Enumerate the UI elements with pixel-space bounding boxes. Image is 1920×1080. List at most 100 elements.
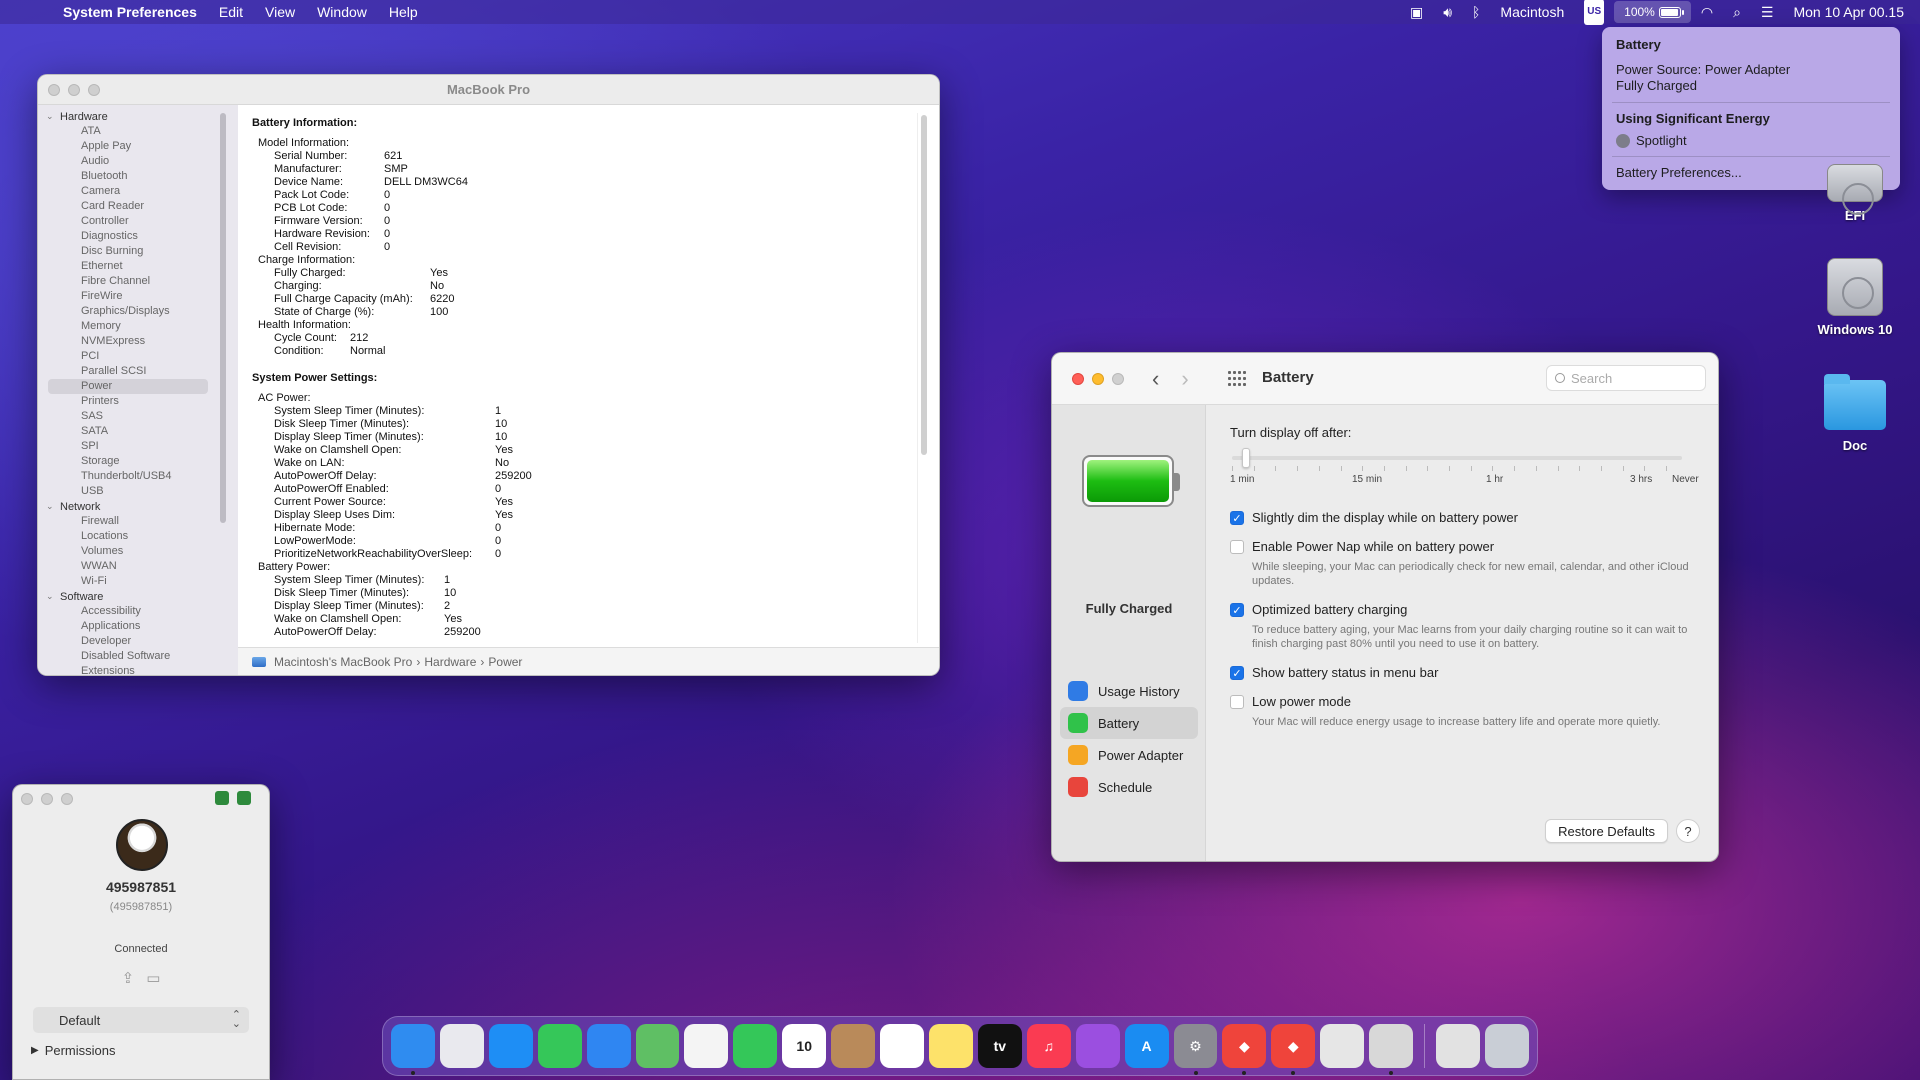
zoom-button[interactable] (88, 84, 100, 96)
keyboard-input-menu[interactable]: US (1574, 0, 1614, 25)
minimize-button[interactable] (41, 793, 53, 805)
finder-icon[interactable] (391, 1024, 435, 1075)
prefs-nav-usage-history[interactable]: Usage History (1060, 675, 1198, 707)
menu-help[interactable]: Help (378, 0, 429, 24)
slider-knob[interactable] (1242, 448, 1250, 468)
profile-select[interactable]: Default ⌃ ⌄ (33, 1007, 249, 1033)
zoom-button[interactable] (61, 793, 73, 805)
music-icon[interactable]: ♫ (1026, 1024, 1071, 1068)
sidebar-item-accessibility[interactable]: Accessibility (38, 604, 238, 619)
safari-icon[interactable] (488, 1024, 533, 1068)
desktop-icon-windows-10[interactable]: Windows 10 (1805, 258, 1905, 337)
spotlight-search-icon[interactable]: ⌕ (1723, 0, 1751, 24)
content-scrollbar[interactable] (921, 115, 927, 455)
checkbox[interactable] (1230, 540, 1244, 554)
photos-icon[interactable] (684, 1024, 729, 1068)
permissions-disclosure[interactable]: ▶ Permissions (31, 1043, 116, 1058)
menu-view[interactable]: View (254, 0, 306, 24)
checkbox[interactable]: ✓ (1230, 511, 1244, 525)
option-label[interactable]: Show battery status in menu bar (1252, 665, 1438, 680)
contacts-icon[interactable] (831, 1024, 876, 1068)
prefs-nav-power-adapter[interactable]: Power Adapter (1060, 739, 1198, 771)
back-arrow-icon[interactable]: ‹ (1152, 366, 1159, 392)
wifi-icon[interactable]: ◠ (1691, 0, 1723, 24)
sidebar-item-parallel-scsi[interactable]: Parallel SCSI (38, 364, 238, 379)
sidebar-item-storage[interactable]: Storage (38, 454, 238, 469)
minimize-button[interactable] (68, 84, 80, 96)
desktop-icon-doc[interactable]: Doc (1805, 374, 1905, 453)
anydesk-2-icon[interactable]: ◆ (1271, 1024, 1316, 1075)
volume-icon[interactable]: 🔊︎ (1433, 0, 1462, 24)
clock[interactable]: Mon 10 Apr 00.15 (1783, 0, 1920, 24)
maps-icon[interactable] (635, 1024, 680, 1068)
menu-edit[interactable]: Edit (208, 0, 254, 24)
sidebar-scrollbar[interactable] (220, 113, 226, 523)
menu-app-name[interactable]: System Preferences (52, 0, 208, 24)
sidebar-item-sata[interactable]: SATA (38, 424, 238, 439)
path-item-power[interactable]: Power (488, 655, 522, 669)
option-label[interactable]: Enable Power Nap while on battery power (1252, 539, 1712, 554)
sidebar-item-controller[interactable]: Controller (38, 214, 238, 229)
file-transfer-icon[interactable]: ⇪ (122, 969, 135, 987)
path-item-computer[interactable]: Macintosh's MacBook Pro (274, 655, 412, 669)
sidebar-item-disc-burning[interactable]: Disc Burning (38, 244, 238, 259)
sidebar-item-thunderbolt-usb4[interactable]: Thunderbolt/USB4 (38, 469, 238, 484)
checkbox[interactable]: ✓ (1230, 666, 1244, 680)
desktop-icon-efi[interactable]: EFI (1805, 164, 1905, 223)
trash-icon[interactable] (1484, 1024, 1529, 1068)
checkbox[interactable] (1230, 695, 1244, 709)
close-button[interactable] (1072, 373, 1084, 385)
close-button[interactable] (21, 793, 33, 805)
sidebar-item-nvmexpress[interactable]: NVMExpress (38, 334, 238, 349)
menu-window[interactable]: Window (306, 0, 378, 24)
mail-icon[interactable] (586, 1024, 631, 1068)
option-label[interactable]: Slightly dim the display while on batter… (1252, 510, 1518, 525)
sidebar-group-network[interactable]: ⌄ Network (38, 499, 238, 514)
checkbox[interactable]: ✓ (1230, 603, 1244, 617)
sidebar-item-fibre-channel[interactable]: Fibre Channel (38, 274, 238, 289)
path-item-hardware[interactable]: Hardware (424, 655, 476, 669)
bluetooth-icon[interactable]: ᛒ (1462, 0, 1490, 24)
sidebar-item-usb[interactable]: USB (38, 484, 238, 499)
sidebar-item-wwan[interactable]: WWAN (38, 559, 238, 574)
prefs-nav-battery[interactable]: Battery (1060, 707, 1198, 739)
app-store-icon[interactable]: A (1124, 1024, 1169, 1068)
zoom-button[interactable] (1112, 373, 1124, 385)
prefs-nav-schedule[interactable]: Schedule (1060, 771, 1198, 803)
sidebar-item-printers[interactable]: Printers (38, 394, 238, 409)
sidebar-item-volumes[interactable]: Volumes (38, 544, 238, 559)
energy-app-item[interactable]: Spotlight (1616, 133, 1886, 148)
sidebar-item-power[interactable]: Power (48, 379, 208, 394)
system-preferences-icon[interactable]: ⚙ (1173, 1024, 1218, 1075)
podcasts-icon[interactable] (1075, 1024, 1120, 1068)
sidebar-item-apple-pay[interactable]: Apple Pay (38, 139, 238, 154)
sidebar-item-bluetooth[interactable]: Bluetooth (38, 169, 238, 184)
system-information-icon[interactable] (1369, 1024, 1414, 1075)
battery-status-menu[interactable]: 100% (1614, 1, 1691, 23)
user-menu[interactable]: Macintosh (1490, 0, 1574, 24)
control-center-icon[interactable]: ☰ (1751, 0, 1784, 24)
sidebar-item-graphics-displays[interactable]: Graphics/Displays (38, 304, 238, 319)
sidebar-item-extensions[interactable]: Extensions (38, 664, 238, 675)
sidebar-item-locations[interactable]: Locations (38, 529, 238, 544)
sidebar-item-audio[interactable]: Audio (38, 154, 238, 169)
sidebar-item-ethernet[interactable]: Ethernet (38, 259, 238, 274)
sidebar-item-memory[interactable]: Memory (38, 319, 238, 334)
chat-icon[interactable] (237, 791, 251, 805)
sidebar-item-firewall[interactable]: Firewall (38, 514, 238, 529)
activity-monitor-icon[interactable]: ▣ (1400, 0, 1433, 24)
document-icon[interactable] (1436, 1024, 1480, 1068)
display-off-slider[interactable] (1232, 448, 1682, 471)
sidebar-item-wi-fi[interactable]: Wi-Fi (38, 574, 238, 589)
launchpad-icon[interactable] (439, 1024, 484, 1068)
help-button[interactable]: ? (1676, 819, 1700, 843)
sidebar-item-spi[interactable]: SPI (38, 439, 238, 454)
restore-defaults-button[interactable]: Restore Defaults (1545, 819, 1668, 843)
textedit-icon[interactable] (1320, 1024, 1365, 1068)
reminders-icon[interactable] (880, 1024, 924, 1068)
sidebar-group-hardware[interactable]: ⌄ Hardware (38, 109, 238, 124)
search-field[interactable]: Search (1546, 365, 1706, 391)
messages-icon[interactable] (537, 1024, 582, 1068)
facetime-icon[interactable] (733, 1024, 778, 1068)
anydesk-icon[interactable]: ◆ (1222, 1024, 1267, 1075)
